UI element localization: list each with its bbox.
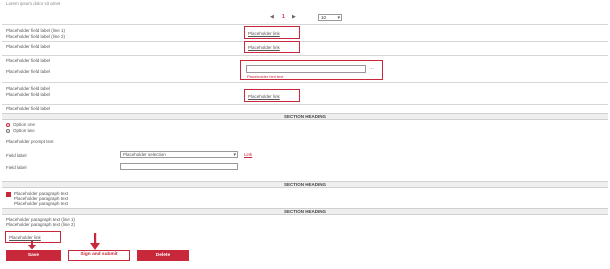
delivery-field1-link[interactable]: Link bbox=[244, 152, 252, 157]
sign-upload-link[interactable]: Placeholder link bbox=[9, 235, 41, 240]
row5-upload-link[interactable]: Placeholder link bbox=[248, 94, 280, 99]
row1-label: Placeholder field label (line 1) bbox=[6, 28, 66, 33]
divider bbox=[2, 82, 608, 83]
delivery-select-value: Placeholder selection bbox=[123, 152, 166, 157]
row2-upload-link[interactable]: Placeholder link bbox=[248, 45, 280, 50]
header-note: Lorem ipsum dolor sit amet bbox=[6, 1, 61, 6]
delete-button[interactable]: Delete bbox=[137, 250, 189, 261]
delivery-select[interactable]: Placeholder selection ▾ bbox=[120, 151, 238, 158]
row5-label-2: Placeholder field label bbox=[6, 92, 51, 97]
divider bbox=[2, 41, 608, 42]
chevron-down-icon: ▾ bbox=[233, 152, 236, 158]
section-heading-delivery: SECTION HEADING bbox=[2, 113, 608, 120]
row2-label: Placeholder field label bbox=[6, 44, 51, 49]
per-page-select[interactable]: 10 ▾ bbox=[318, 14, 342, 21]
arrow-down-icon bbox=[28, 241, 36, 250]
row6-label: Placeholder field label bbox=[6, 106, 51, 111]
row4-label: Placeholder field label bbox=[6, 69, 51, 74]
radio-option-1-label: Option one bbox=[13, 122, 36, 127]
arrow-down-icon bbox=[90, 233, 100, 250]
save-button[interactable]: Save bbox=[6, 250, 61, 261]
row4-browse-button[interactable]: … bbox=[369, 65, 374, 71]
row5-upload-box: Placeholder link bbox=[244, 89, 300, 102]
row2-upload-box: Placeholder link bbox=[244, 41, 300, 53]
delivery-field2-label: Field label bbox=[6, 165, 27, 170]
per-page-value: 10 bbox=[321, 15, 327, 20]
row1-upload-link[interactable]: Placeholder link bbox=[248, 31, 280, 36]
chevron-down-icon: ▾ bbox=[337, 15, 340, 21]
radio-option-2-label: Option two bbox=[13, 128, 35, 133]
delivery-prompt: Placeholder prompt text bbox=[6, 139, 54, 144]
row4-input-box: … Placeholder hint text bbox=[240, 60, 383, 80]
row4-hint: Placeholder hint text bbox=[247, 74, 284, 79]
section-heading-info: SECTION HEADING bbox=[2, 181, 608, 188]
section-heading-sign: SECTION HEADING bbox=[2, 208, 608, 215]
info-text-3: Placeholder paragraph text bbox=[14, 201, 69, 206]
pager-next[interactable]: ▶ bbox=[292, 14, 296, 20]
row3-label: Placeholder field label bbox=[6, 58, 51, 63]
radio-option-2[interactable] bbox=[6, 129, 10, 133]
row1-upload-box: Placeholder link bbox=[244, 26, 300, 39]
divider bbox=[2, 104, 608, 105]
pagination: ◀ 1 ▶ 10 ▾ bbox=[270, 14, 350, 22]
divider bbox=[2, 55, 608, 56]
row1-label-2: Placeholder field label (line 2) bbox=[6, 34, 66, 39]
sign-and-send-button[interactable]: Sign and submit bbox=[68, 250, 130, 261]
consent-checkbox[interactable] bbox=[6, 192, 11, 197]
row4-input[interactable] bbox=[246, 65, 366, 73]
sign-text-2: Placeholder paragraph text (line 2) bbox=[6, 222, 76, 227]
divider bbox=[2, 24, 608, 25]
delivery-field2-input[interactable] bbox=[120, 163, 238, 170]
delivery-field1-label: Field label bbox=[6, 153, 27, 158]
pager-prev[interactable]: ◀ bbox=[270, 14, 274, 20]
pager-current[interactable]: 1 bbox=[282, 14, 285, 20]
radio-option-1[interactable] bbox=[6, 123, 10, 127]
